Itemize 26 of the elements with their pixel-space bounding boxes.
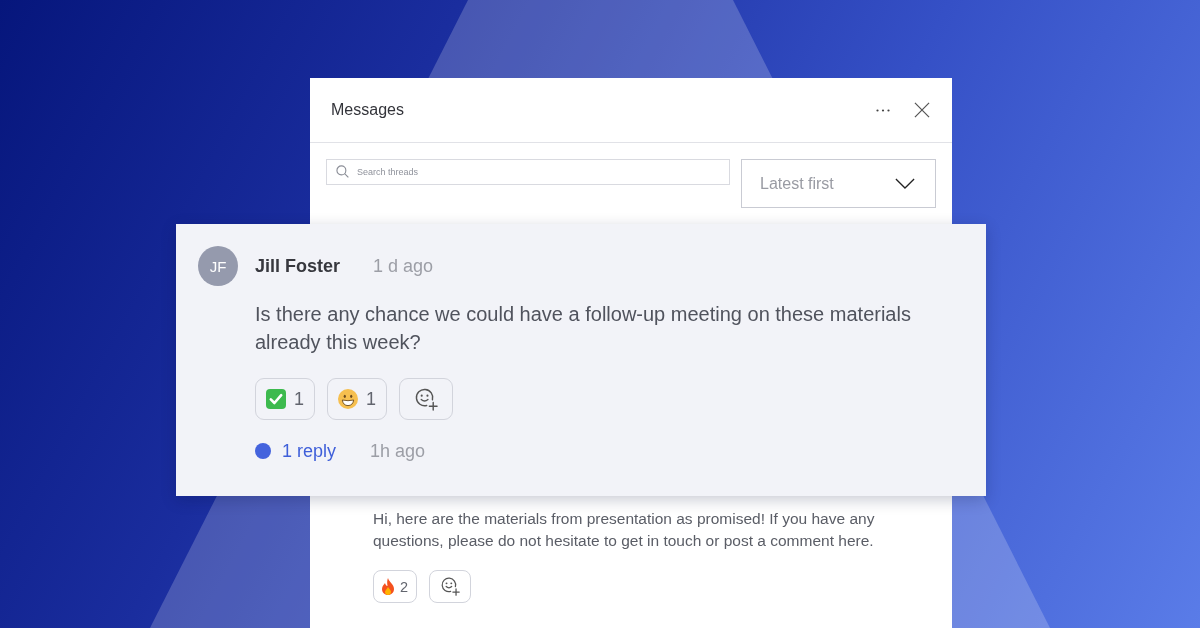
avatar: JF — [198, 246, 238, 286]
message-text: Hi, here are the materials from presentation as promised! If you have any questions, please do not hesitate to get in touch or post a comment here. — [373, 509, 876, 551]
more-icon — [876, 108, 890, 112]
search-field[interactable]: Search threads — [326, 159, 730, 185]
reaction-button[interactable]: 2 — [373, 570, 418, 603]
author-name: Jill Foster — [255, 255, 341, 277]
add-reaction-button[interactable] — [399, 378, 454, 420]
chevron-down-icon — [895, 178, 915, 189]
post-time: 1 d ago — [373, 255, 434, 277]
message-text: Is there any chance we could have a follow-up meeting on these materials already this week? — [255, 302, 912, 355]
more-button[interactable] — [876, 108, 890, 112]
reaction-button[interactable]: 1 — [327, 378, 388, 420]
close-icon — [914, 102, 930, 118]
smiley-plus-icon — [440, 577, 460, 596]
smiley-plus-icon — [414, 387, 438, 411]
fire-icon — [382, 578, 394, 595]
panel-title: Messages — [331, 101, 404, 119]
grinning-face-icon — [338, 389, 358, 409]
reaction-button[interactable]: 1 — [255, 378, 315, 420]
close-button[interactable] — [914, 102, 930, 118]
replies-link[interactable]: 1 reply — [282, 440, 337, 462]
add-reaction-button[interactable] — [429, 570, 472, 603]
check-mark-icon — [266, 389, 286, 409]
search-icon — [336, 165, 349, 178]
reply-time: 1h ago — [370, 440, 426, 462]
sort-dropdown[interactable]: Latest first — [741, 159, 936, 208]
